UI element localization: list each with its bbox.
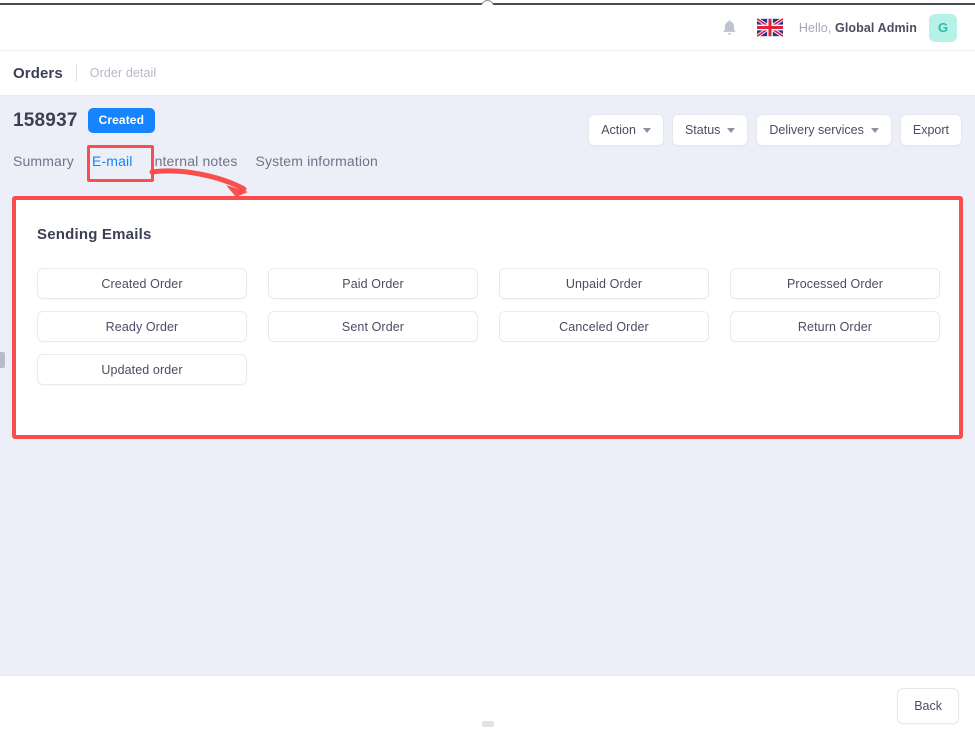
window-bottom-handle[interactable] [482, 721, 494, 727]
tab-email[interactable]: E-mail [92, 150, 133, 172]
action-button-label: Action [601, 123, 636, 137]
greeting-text: Hello, Global Admin [799, 21, 917, 35]
notifications-bell-icon[interactable] [715, 13, 745, 43]
greeting-prefix: Hello, [798, 20, 832, 35]
breadcrumb-divider [75, 64, 77, 82]
email-button-unpaid-order[interactable]: Unpaid Order [499, 268, 709, 299]
breadcrumb: Orders Order detail [0, 50, 975, 96]
sending-emails-panel: Sending Emails Created Order Paid Order … [13, 196, 962, 437]
email-button-return-order[interactable]: Return Order [730, 311, 940, 342]
export-button[interactable]: Export [899, 114, 962, 146]
email-button-sent-order[interactable]: Sent Order [268, 311, 478, 342]
breadcrumb-order-detail: Order detail [89, 66, 157, 80]
tab-summary[interactable]: Summary [13, 150, 74, 172]
chevron-down-icon [727, 127, 736, 133]
email-button-canceled-order[interactable]: Canceled Order [499, 311, 709, 342]
email-buttons-grid: Created Order Paid Order Unpaid Order Pr… [37, 268, 940, 385]
status-button[interactable]: Status [671, 114, 749, 146]
avatar[interactable]: G [929, 13, 957, 42]
email-button-paid-order[interactable]: Paid Order [268, 268, 478, 299]
uk-flag-icon[interactable] [756, 18, 783, 37]
email-button-ready-order[interactable]: Ready Order [37, 311, 247, 342]
page-title: 158937 [13, 109, 78, 131]
email-button-processed-order[interactable]: Processed Order [730, 268, 940, 299]
tab-system-information[interactable]: System information [255, 150, 378, 172]
chevron-down-icon [870, 127, 879, 133]
export-button-label: Export [912, 123, 949, 137]
sidebar-toggle-handle[interactable] [0, 352, 5, 368]
breadcrumb-orders[interactable]: Orders [13, 65, 63, 82]
user-name: Global Admin [835, 20, 917, 35]
chevron-down-icon [642, 127, 651, 133]
tab-bar: Summary E-mail Internal notes System inf… [13, 150, 396, 172]
top-header-bar: Hello, Global Admin G [0, 5, 975, 50]
tab-internal-notes[interactable]: Internal notes [151, 150, 238, 172]
back-button[interactable]: Back [897, 687, 959, 724]
status-badge: Created [87, 108, 155, 133]
email-button-created-order[interactable]: Created Order [37, 268, 247, 299]
action-button[interactable]: Action [588, 114, 664, 146]
order-title-row: 158937 Created [13, 108, 155, 133]
email-button-updated-order[interactable]: Updated order [37, 354, 247, 385]
status-button-label: Status [684, 123, 721, 137]
delivery-services-button[interactable]: Delivery services [756, 114, 892, 146]
delivery-services-button-label: Delivery services [769, 123, 864, 137]
app-root: Hello, Global Admin G Orders Order detai… [0, 0, 975, 735]
toolbar-actions: Action Status Delivery services Export [588, 114, 962, 146]
sending-emails-title: Sending Emails [37, 226, 152, 243]
